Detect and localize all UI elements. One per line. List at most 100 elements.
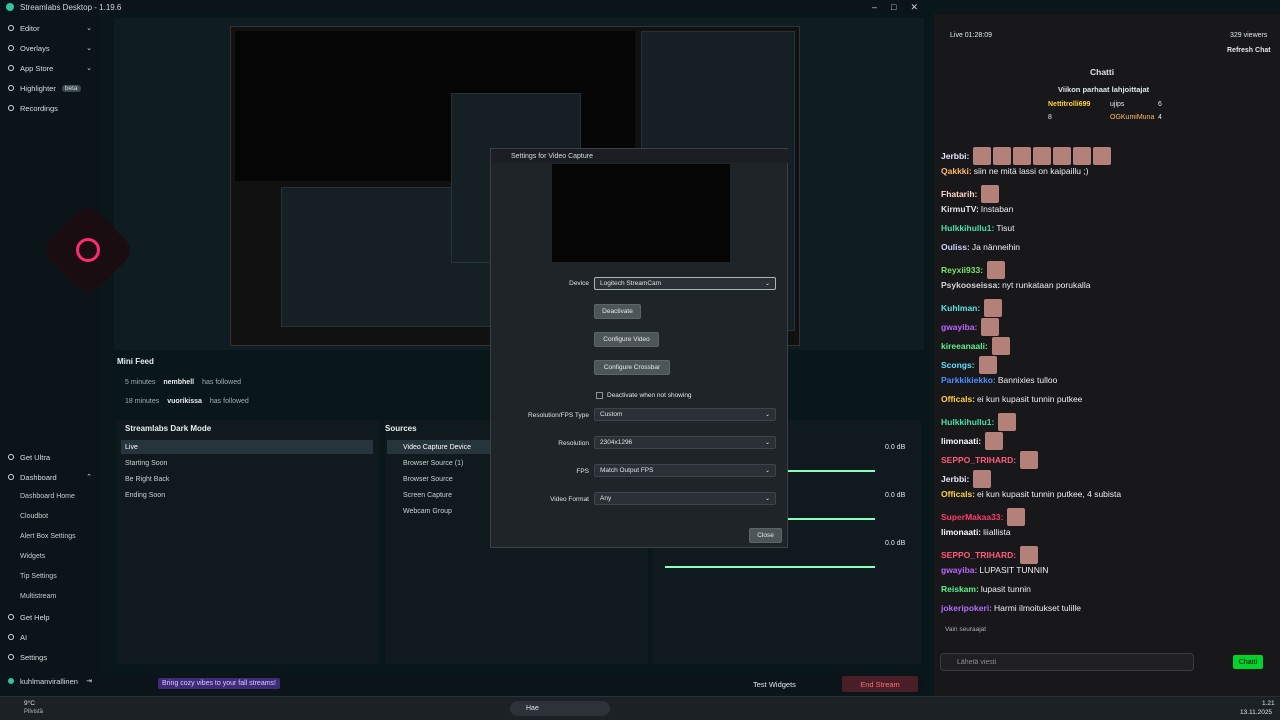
deactivate-button[interactable]: Deactivate (594, 304, 641, 319)
chat-username[interactable]: limonaati: (941, 527, 981, 537)
sidebar-item-label: Recordings (20, 103, 58, 113)
scene-item[interactable]: Starting Soon (121, 456, 373, 470)
sidebar-item-overlays[interactable]: Overlays ⌄ (0, 40, 100, 56)
chat-username[interactable]: KirmuTV: (941, 204, 979, 214)
emote-icon (991, 337, 1010, 355)
gifter-name: ujips (1110, 101, 1125, 108)
fps-select[interactable]: Match Output FPS ⌄ (594, 464, 776, 477)
sidebar-item-label: Get Help (20, 612, 50, 622)
sidebar-sub-multistream[interactable]: Multistream (20, 593, 56, 600)
close-button[interactable]: Close (749, 528, 782, 543)
chat-username[interactable]: Scongs: (941, 360, 975, 370)
emote-icon (978, 356, 997, 374)
chat-username[interactable]: Reyxii933: (941, 265, 983, 275)
sidebar-sub-dashboard-home[interactable]: Dashboard Home (20, 493, 75, 500)
maximize-icon[interactable]: □ (891, 2, 896, 12)
close-icon[interactable]: ✕ (910, 2, 918, 13)
scene-item[interactable]: Be Right Back (121, 472, 373, 486)
sidebar-item-app-store[interactable]: App Store ⌄ (0, 60, 100, 76)
sidebar-user[interactable]: kuhlmanvirallinen ⇥ (0, 673, 100, 689)
chat-message: Officals: ei kun kupasit tunnin putkee (941, 394, 1082, 404)
fps-value: Match Output FPS (600, 467, 654, 474)
emote-icon (1093, 147, 1112, 165)
chat-username[interactable]: SuperMakaa33: (941, 512, 1003, 522)
chat-username[interactable]: SEPPO_TRIHARD: (941, 455, 1016, 465)
volume-slider[interactable] (665, 566, 875, 568)
sidebar-item-highlighter[interactable]: Highlighter beta (0, 80, 100, 96)
chat-message: SEPPO_TRIHARD: (941, 546, 1039, 564)
taskbar-search[interactable]: Hae (510, 701, 610, 716)
weather-desc: Pilvistä (24, 709, 44, 715)
configure-video-button[interactable]: Configure Video (594, 332, 659, 347)
emote-icon (1020, 451, 1039, 469)
sidebar-sub-widgets[interactable]: Widgets (20, 553, 45, 560)
test-widgets-button[interactable]: Test Widgets (753, 680, 796, 689)
device-select[interactable]: Logitech StreamCam ⌄ (594, 277, 776, 290)
gifter-name: OGKumiMuna (1110, 114, 1155, 121)
chat-username[interactable]: Jerbbi: (941, 474, 969, 484)
help-icon (8, 614, 14, 620)
promo-banner[interactable]: Bring cozy vibes to your fall streams! (158, 678, 280, 689)
minimize-icon[interactable]: – (872, 2, 877, 12)
refresh-chat-button[interactable]: Refresh Chat (1227, 47, 1271, 54)
chat-username[interactable]: Reiskam: (941, 584, 979, 594)
video-format-select[interactable]: Any ⌄ (594, 492, 776, 505)
video-format-value: Any (600, 495, 612, 502)
sidebar-item-ai[interactable]: AI (0, 629, 100, 645)
sidebar-item-editor[interactable]: Editor ⌄ (0, 20, 100, 36)
sidebar-item-dashboard[interactable]: Dashboard ⌃ (0, 469, 100, 485)
chat-message: gwayiba: LUPASIT TUNNIN (941, 565, 1048, 575)
chat-username[interactable]: Officals: (941, 394, 975, 404)
chat-username[interactable]: limonaati: (941, 436, 981, 446)
chat-username[interactable]: Hulkkihullu1: (941, 223, 994, 233)
sidebar-item-get-ultra[interactable]: Get Ultra (0, 449, 100, 465)
scene-item[interactable]: Live (121, 440, 373, 454)
chat-input[interactable]: Lähetä viesti (940, 653, 1194, 671)
mixer-level: 0.0 dB (885, 540, 906, 547)
res-fps-value: Custom (600, 411, 623, 418)
chevron-down-icon: ⌄ (764, 412, 770, 418)
chat-username[interactable]: Officals: (941, 489, 975, 499)
end-stream-button[interactable]: End Stream (842, 676, 918, 692)
chat-username[interactable]: Jerbbi: (941, 151, 969, 161)
sidebar-item-get-help[interactable]: Get Help (0, 609, 100, 625)
chevron-down-icon: ⌄ (86, 25, 92, 32)
res-fps-select[interactable]: Custom ⌄ (594, 408, 776, 421)
chat-username[interactable]: Ouliss: (941, 242, 970, 252)
sidebar-item-settings[interactable]: Settings (0, 649, 100, 665)
chat-username[interactable]: Psykooseissa: (941, 280, 1000, 290)
chat-username[interactable]: Parkkikiekko: (941, 375, 996, 385)
chat-username[interactable]: Hulkkihullu1: (941, 417, 994, 427)
chat-username[interactable]: gwayiba: (941, 322, 977, 332)
followers-only-label: Vain seuraajat (945, 626, 987, 633)
chat-message: limonaati: (941, 432, 1004, 450)
chat-username[interactable]: Kuhlman: (941, 303, 980, 313)
weather-temp: 9°C (24, 700, 35, 707)
sidebar-item-recordings[interactable]: Recordings (0, 100, 100, 116)
chat-username[interactable]: gwayiba: (941, 565, 977, 575)
chat-username[interactable]: Fhatarih: (941, 189, 977, 199)
gifter-count: 6 (1158, 101, 1162, 108)
chat-username[interactable]: jokeripokeri: (941, 603, 992, 613)
scenes-panel: Streamlabs Dark Mode Live Starting Soon … (117, 420, 379, 664)
resolution-select[interactable]: 2304x1296 ⌄ (594, 436, 776, 449)
sidebar-item-label: Overlays (20, 43, 50, 53)
chat-message: Reyxii933: (941, 261, 1006, 279)
chat-username[interactable]: SEPPO_TRIHARD: (941, 550, 1016, 560)
logout-icon[interactable]: ⇥ (86, 677, 92, 685)
sidebar-item-label: Highlighter (20, 83, 56, 93)
configure-crossbar-button[interactable]: Configure Crossbar (594, 360, 670, 375)
sidebar-sub-tip-settings[interactable]: Tip Settings (20, 573, 57, 580)
sidebar-sub-cloudbot[interactable]: Cloudbot (20, 513, 48, 520)
mini-feed-title: Mini Feed (117, 357, 154, 366)
deactivate-checkbox[interactable] (596, 392, 603, 399)
chat-text: Ja nänneihin (971, 242, 1021, 252)
chat-username[interactable]: Qakkki: (941, 166, 972, 176)
chat-send-button[interactable]: Chatti (1233, 655, 1263, 669)
chevron-down-icon: ⌄ (764, 496, 770, 502)
chat-username[interactable]: kireeanaali: (941, 341, 988, 351)
scene-item[interactable]: Ending Soon (121, 488, 373, 502)
chat-text: ei kun kupasit tunnin putkee, 4 subista (977, 489, 1122, 499)
sidebar-sub-alert-box[interactable]: Alert Box Settings (20, 533, 76, 540)
emote-icon (1073, 147, 1092, 165)
